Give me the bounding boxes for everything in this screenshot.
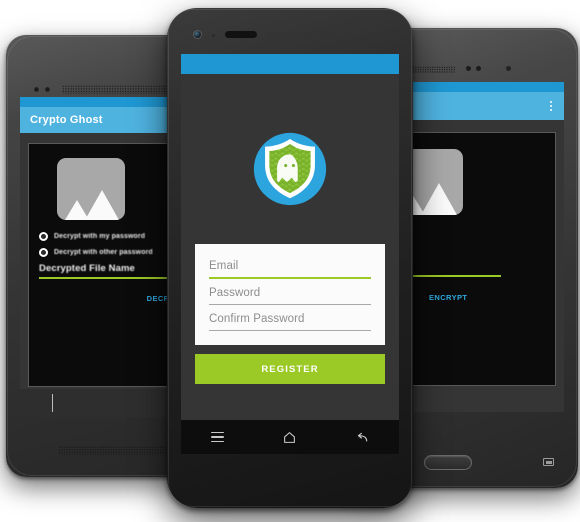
light-sensor-icon (506, 66, 511, 71)
radio-label: Decrypt with my password (54, 233, 146, 240)
password-field-underline (209, 303, 371, 305)
proximity-sensor-icon (476, 66, 481, 71)
radio-icon[interactable] (39, 248, 48, 257)
home-button[interactable] (424, 455, 472, 470)
email-field-underline (209, 277, 371, 279)
sensor-slot (225, 31, 257, 38)
confirm-password-field[interactable]: Confirm Password (209, 307, 371, 332)
password-field[interactable]: Password (209, 281, 371, 305)
proximity-sensor-icon (45, 87, 50, 92)
register-button-label: REGISTER (261, 363, 319, 375)
image-placeholder-icon (57, 158, 125, 220)
back-arrow-icon[interactable] (355, 431, 369, 443)
proximity-sensor-icon (212, 34, 215, 37)
encrypt-button-label: ENCRYPT (429, 292, 468, 302)
earpiece-grille (62, 85, 182, 94)
register-form-card: Email Password Confirm Password (195, 244, 385, 346)
navigation-bar (181, 420, 399, 454)
front-camera-icon (34, 87, 39, 92)
front-camera-icon (193, 30, 202, 39)
front-camera-icon (466, 66, 471, 71)
three-phone-scene: Crypto Ghost Decrypt with my password De… (0, 0, 580, 522)
email-field[interactable]: Email (209, 254, 371, 279)
earpiece-grille (265, 32, 337, 38)
radio-icon[interactable] (39, 232, 48, 241)
nav-back-button[interactable] (52, 394, 53, 412)
email-field-value: Email (209, 260, 239, 272)
app-bar-title: Crypto Ghost (30, 114, 103, 126)
confirm-password-field-underline (209, 329, 371, 332)
crypto-ghost-shield-logo (247, 126, 333, 212)
confirm-password-field-value: Confirm Password (209, 312, 305, 325)
recents-key-icon[interactable] (543, 458, 554, 466)
phone-center: Email Password Confirm Password REGISTER (167, 8, 413, 508)
password-field-value: Password (209, 286, 261, 299)
radio-label: Decrypt with other password (54, 249, 153, 256)
status-bar (181, 54, 399, 74)
home-icon[interactable] (283, 431, 296, 443)
menu-icon[interactable] (210, 431, 224, 443)
bottom-speaker-grille (58, 446, 182, 455)
back-chevron-icon (52, 394, 53, 412)
phone-center-screen: Email Password Confirm Password REGISTER (181, 54, 399, 454)
overflow-menu-icon[interactable] (550, 101, 552, 111)
register-button[interactable]: REGISTER (195, 354, 385, 384)
